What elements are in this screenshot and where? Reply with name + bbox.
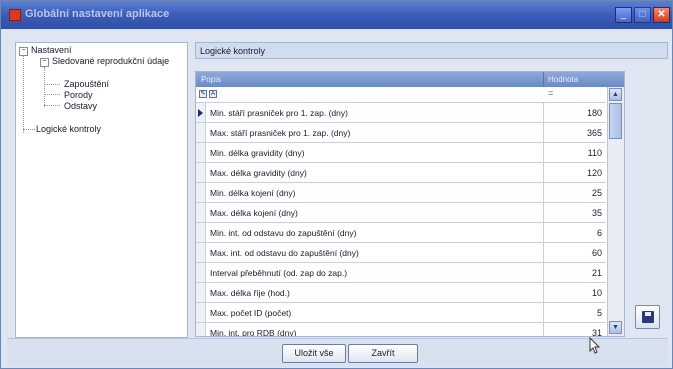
panel-header: Logické kontroly <box>195 42 668 59</box>
tree-leaf-odstavy[interactable]: Odstavy <box>64 101 97 111</box>
table-row[interactable]: Min. int. od odstavu do zapuštění (dny) 6 <box>196 223 606 243</box>
filter-edit-icon[interactable]: ✎ <box>199 90 207 98</box>
table-row[interactable]: Max. int. od odstavu do zapuštění (dny) 6… <box>196 243 606 263</box>
cell-hodnota[interactable]: 365 <box>548 128 602 138</box>
close-button[interactable]: Zavřít <box>348 344 418 363</box>
table-row[interactable]: Max. počet ID (počet) 5 <box>196 303 606 323</box>
scroll-up-icon[interactable]: ▲ <box>609 88 622 101</box>
table-row[interactable]: Min. délka kojení (dny) 25 <box>196 183 606 203</box>
table-row[interactable]: Max. délka kojení (dny) 35 <box>196 203 606 223</box>
table-row[interactable]: Interval přeběhnutí (od. zap do zap.) 21 <box>196 263 606 283</box>
cell-hodnota[interactable]: 25 <box>548 188 602 198</box>
scroll-thumb[interactable] <box>609 103 622 139</box>
scroll-down-icon[interactable]: ▼ <box>609 321 622 334</box>
current-row-icon <box>198 109 203 117</box>
table-row[interactable]: Max. délka říje (hod.) 10 <box>196 283 606 303</box>
table-row[interactable]: Min. délka gravidity (dny) 110 <box>196 143 606 163</box>
tree-node-sledovane[interactable]: − Sledované reprodukční údaje <box>40 56 169 67</box>
column-header-popis[interactable]: Popis <box>201 72 221 87</box>
cell-popis: Min. stáří prasniček pro 1. zap. (dny) <box>210 108 348 118</box>
table-row[interactable]: Max. stáří prasniček pro 1. zap. (dny) 36… <box>196 123 606 143</box>
cell-popis: Min. int. od odstavu do zapuštění (dny) <box>210 228 357 238</box>
filter-text-icon[interactable]: A <box>209 90 217 98</box>
tree-leaf-porody[interactable]: Porody <box>64 90 93 100</box>
cell-popis: Min. int. pro RDB (dny) <box>210 328 297 337</box>
tree-leaf-zapousteni[interactable]: Zapouštění <box>64 79 109 89</box>
tree-node-nastaveni[interactable]: − Nastavení <box>19 45 72 56</box>
filter-operator[interactable]: = <box>548 88 553 98</box>
table-row[interactable]: Min. stáří prasniček pro 1. zap. (dny) 18… <box>196 103 606 123</box>
floppy-disk-icon <box>642 311 654 323</box>
table-row[interactable]: Max. délka gravidity (dny) 120 <box>196 163 606 183</box>
collapse-icon[interactable]: − <box>19 47 28 56</box>
cell-popis: Interval přeběhnutí (od. zap do zap.) <box>210 268 348 278</box>
tree-node-label: Nastavení <box>31 45 72 55</box>
cell-hodnota[interactable]: 5 <box>548 308 602 318</box>
grid-rows: Min. stáří prasniček pro 1. zap. (dny) 18… <box>196 103 606 337</box>
collapse-icon[interactable]: − <box>40 58 49 67</box>
table-row[interactable]: Min. int. pro RDB (dny) 31 <box>196 323 606 337</box>
cell-popis: Max. délka kojení (dny) <box>210 208 298 218</box>
button-bar: Uložit vše Zavřít <box>7 338 668 367</box>
settings-grid: Popis Hodnota ✎ A = Min. stáří prasniček… <box>195 71 625 337</box>
tree-node-logicke-kontroly[interactable]: Logické kontroly <box>36 124 101 134</box>
cell-popis: Max. stáří prasniček pro 1. zap. (dny) <box>210 128 351 138</box>
minimize-icon[interactable]: _ <box>615 7 632 23</box>
filter-row[interactable]: ✎ A = <box>196 87 606 103</box>
vertical-scrollbar[interactable]: ▲ ▼ <box>607 87 624 336</box>
settings-tree: − Nastavení − Sledované reprodukční údaje … <box>15 42 188 338</box>
cell-hodnota[interactable]: 180 <box>548 108 602 118</box>
grid-header: Popis Hodnota <box>196 72 624 87</box>
cell-hodnota[interactable]: 21 <box>548 268 602 278</box>
window-title: Globální nastavení aplikace <box>25 8 170 20</box>
cell-popis: Max. délka gravidity (dny) <box>210 168 307 178</box>
column-header-hodnota[interactable]: Hodnota <box>548 72 578 87</box>
cell-hodnota[interactable]: 120 <box>548 168 602 178</box>
app-icon <box>9 9 21 21</box>
cell-popis: Min. délka kojení (dny) <box>210 188 296 198</box>
close-icon[interactable]: ✕ <box>653 7 670 23</box>
cell-popis: Max. délka říje (hod.) <box>210 288 290 298</box>
cell-popis: Max. int. od odstavu do zapuštění (dny) <box>210 248 359 258</box>
cell-hodnota[interactable]: 6 <box>548 228 602 238</box>
cell-hodnota[interactable]: 110 <box>548 148 602 158</box>
cell-hodnota[interactable]: 31 <box>548 328 602 336</box>
cell-popis: Max. počet ID (počet) <box>210 308 292 318</box>
maximize-icon[interactable]: □ <box>634 7 651 23</box>
cell-hodnota[interactable]: 60 <box>548 248 602 258</box>
save-all-button[interactable]: Uložit vše <box>282 344 346 363</box>
settings-window: Globální nastavení aplikace _ □ ✕ − Nasta… <box>0 0 673 369</box>
cell-hodnota[interactable]: 10 <box>548 288 602 298</box>
save-button[interactable] <box>635 305 660 329</box>
cell-hodnota[interactable]: 35 <box>548 208 602 218</box>
title-bar[interactable]: Globální nastavení aplikace _ □ ✕ <box>1 1 672 29</box>
cell-popis: Min. délka gravidity (dny) <box>210 148 305 158</box>
tree-node-label: Sledované reprodukční údaje <box>52 56 170 66</box>
